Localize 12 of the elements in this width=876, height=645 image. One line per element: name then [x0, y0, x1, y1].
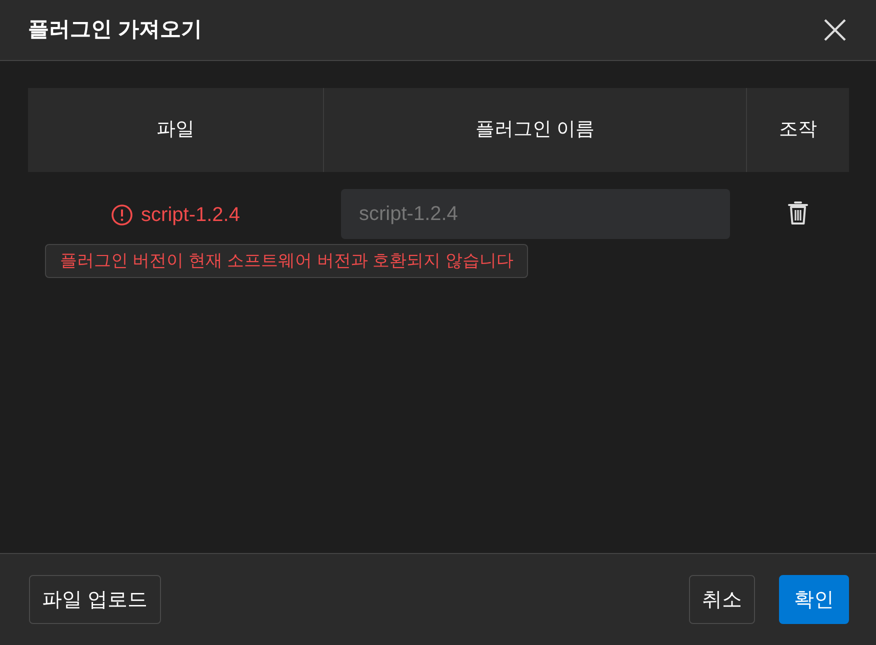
dialog-button[interactable]: 확인 — [779, 575, 849, 624]
column-header: 플러그인 이름 — [323, 88, 746, 172]
error-message: 플러그인 버전이 현재 소프트웨어 버전과 호환되지 않습니다 — [45, 244, 528, 278]
close-icon[interactable] — [822, 17, 848, 43]
column-header: 조작 — [746, 88, 849, 172]
file-name: script-1.2.4 — [141, 203, 240, 228]
plugin-name-field[interactable]: script-1.2.4 — [341, 189, 730, 239]
dialog-button[interactable]: 파일 업로드 — [29, 575, 161, 624]
delete-icon[interactable] — [786, 200, 808, 226]
column-header: 파일 — [28, 88, 323, 172]
dialog-title: 플러그인 가져오기 — [28, 17, 202, 44]
dialog-button[interactable]: 취소 — [689, 575, 755, 624]
